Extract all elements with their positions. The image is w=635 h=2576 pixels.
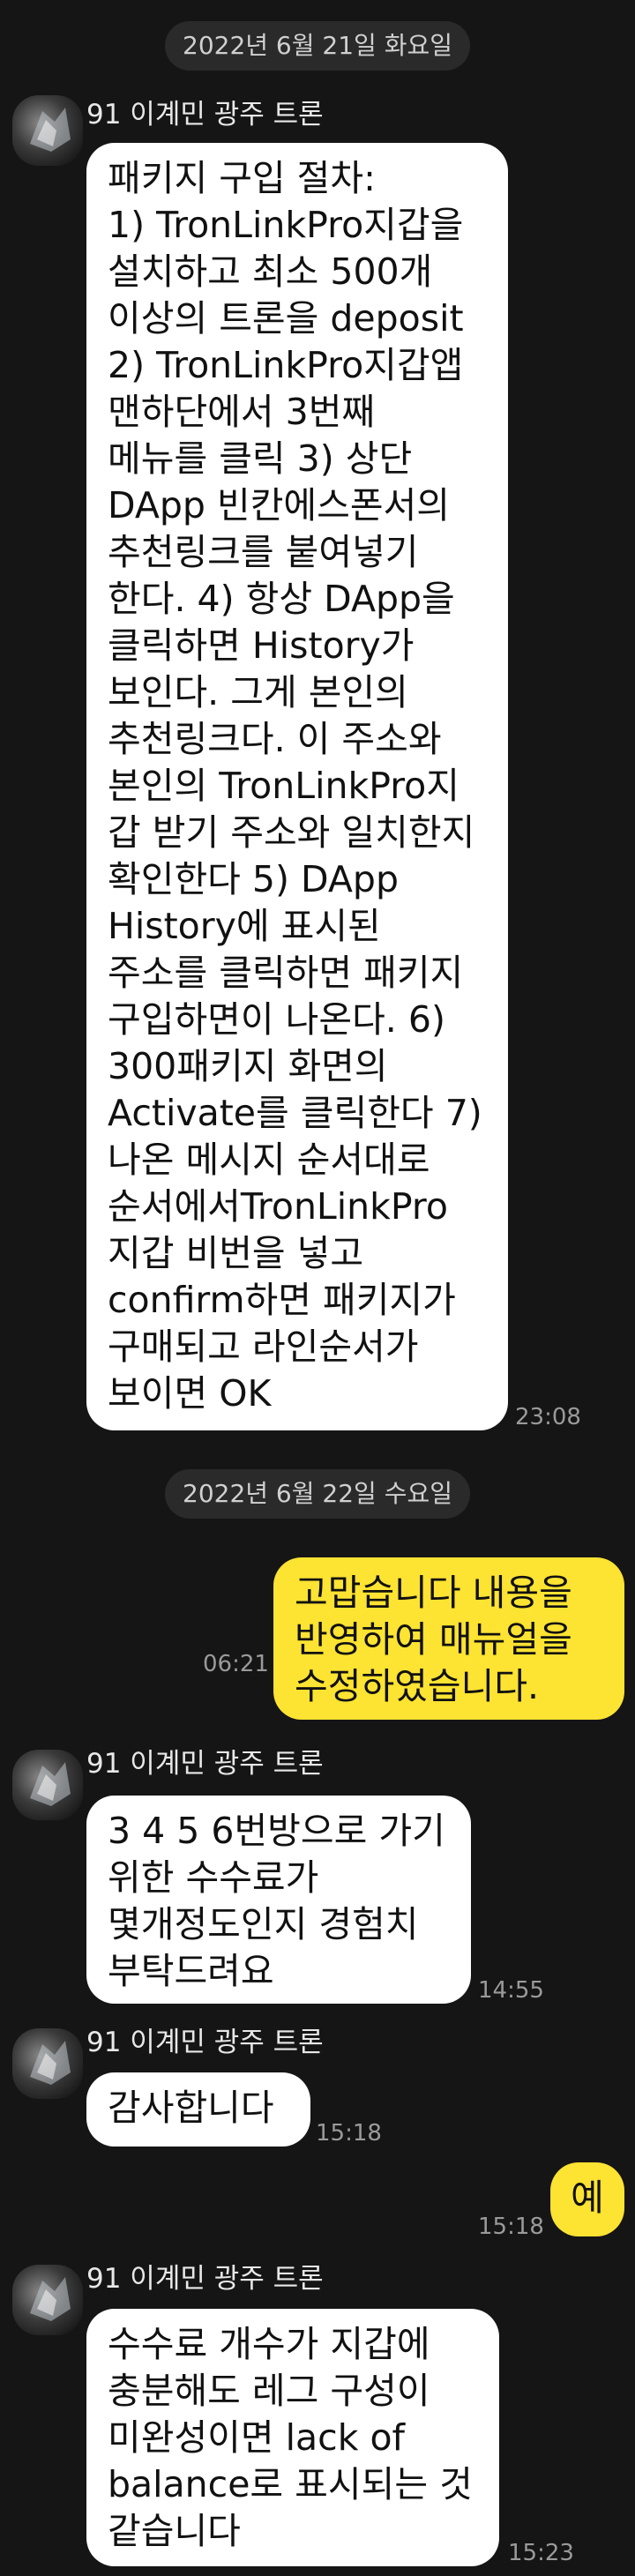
- message-time: 15:18: [478, 2214, 544, 2240]
- message-bubble-incoming[interactable]: 감사합니다: [86, 2072, 310, 2147]
- message-bubble-outgoing[interactable]: 고맙습니다 내용을 반영하여 매뉴얼을 수정하였습니다.: [273, 1557, 624, 1720]
- avatar-image: [30, 2277, 71, 2321]
- message-time: 15:23: [508, 2540, 574, 2566]
- date-divider: 2022년 6월 22일 수요일: [165, 1469, 470, 1519]
- sender-name[interactable]: 91 이계민 광주 트론: [86, 1744, 324, 1783]
- message-time: 23:08: [515, 1404, 581, 1430]
- message-bubble-outgoing[interactable]: 예: [550, 2162, 624, 2236]
- message-bubble-incoming[interactable]: 패키지 구입 절차: 1) TronLinkPro지갑을 설치하고 최소 500…: [86, 143, 508, 1430]
- message-time: 14:55: [478, 1977, 544, 2004]
- sender-name[interactable]: 91 이계민 광주 트론: [86, 2023, 324, 2062]
- sender-avatar[interactable]: [12, 95, 83, 166]
- message-time: 06:21: [203, 1651, 269, 1677]
- date-divider: 2022년 6월 21일 화요일: [165, 21, 470, 71]
- avatar-image: [30, 1762, 71, 1806]
- sender-avatar[interactable]: [12, 1750, 83, 1820]
- message-time: 15:18: [316, 2120, 382, 2147]
- message-bubble-incoming[interactable]: 3 4 5 6번방으로 가기 위한 수수료가 몇개정도인지 경험치 부탁드려요: [86, 1796, 471, 2004]
- sender-name[interactable]: 91 이계민 광주 트론: [86, 95, 324, 134]
- sender-avatar[interactable]: [12, 2265, 83, 2335]
- sender-name[interactable]: 91 이계민 광주 트론: [86, 2259, 324, 2298]
- avatar-image: [30, 2041, 71, 2085]
- message-bubble-incoming[interactable]: 수수료 개수가 지갑에 충분해도 레그 구성이 미완성이면 lack of ba…: [86, 2309, 499, 2566]
- avatar-image: [30, 108, 71, 152]
- sender-avatar[interactable]: [12, 2028, 83, 2099]
